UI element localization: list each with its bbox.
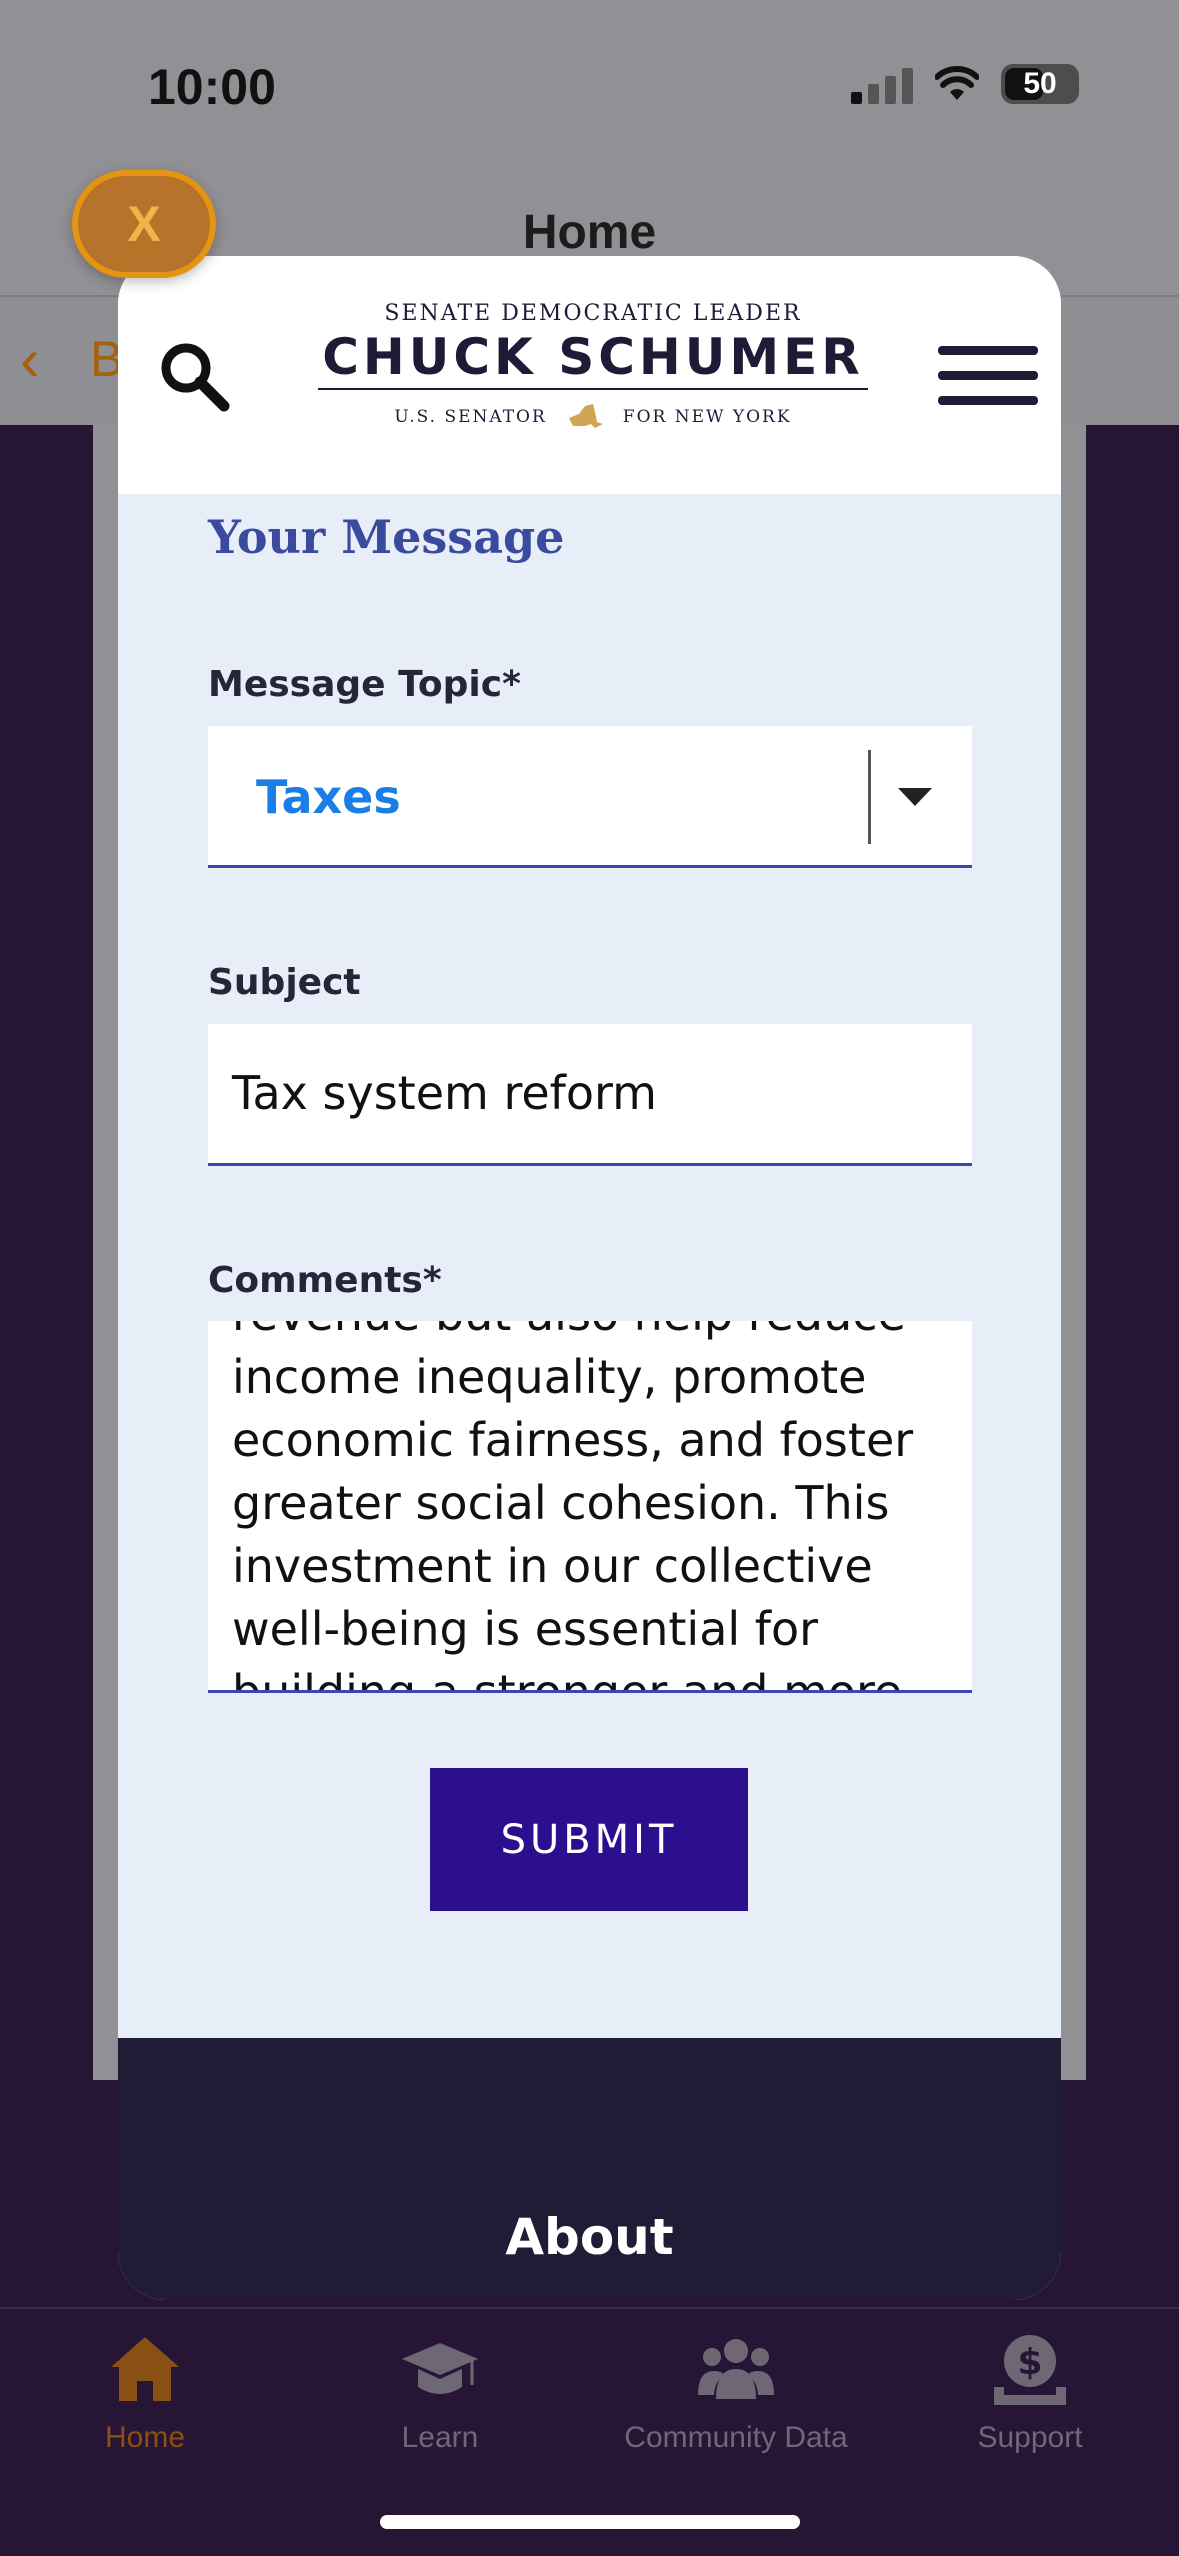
search-icon[interactable] — [154, 336, 234, 416]
graduation-cap-icon — [402, 2343, 478, 2394]
home-indicator — [380, 2515, 800, 2529]
section-title: Your Message — [208, 510, 565, 564]
submit-button[interactable]: SUBMIT — [430, 1768, 748, 1911]
webview-modal: SENATE DEMOCRATIC LEADER CHUCK SCHUMER U… — [118, 256, 1061, 2300]
topic-label: Message Topic* — [208, 664, 521, 705]
message-topic-select[interactable]: Taxes — [208, 726, 972, 868]
new-york-state-icon — [568, 404, 603, 428]
subject-input[interactable]: Tax system reform — [208, 1024, 972, 1166]
logo-top-line: SENATE DEMOCRATIC LEADER — [384, 301, 802, 326]
status-time: 10:00 — [148, 59, 276, 115]
tab-learn-label: Learn — [401, 2421, 479, 2454]
comments-value: revenue but also help reduce income ineq… — [232, 1321, 914, 1693]
hamburger-menu-icon[interactable] — [938, 346, 1038, 410]
subject-label: Subject — [208, 962, 361, 1003]
tab-learn[interactable]: Learn — [290, 2329, 590, 2455]
donate-icon: $ — [994, 2335, 1066, 2405]
svg-text:$: $ — [1017, 2342, 1042, 2383]
tab-home[interactable]: Home — [0, 2329, 295, 2455]
tab-community-data-label: Community Data — [624, 2421, 848, 2454]
battery-level: 50 — [1023, 67, 1057, 100]
logo-bottom-line: U.S. SENATOR FOR NEW YORK — [318, 402, 868, 432]
chevron-down-icon — [898, 788, 932, 806]
battery-icon: 50 — [1001, 64, 1079, 104]
senator-logo[interactable]: SENATE DEMOCRATIC LEADER CHUCK SCHUMER U… — [318, 301, 868, 432]
tab-home-label: Home — [104, 2421, 186, 2454]
wifi-icon — [935, 66, 979, 100]
tab-support[interactable]: $ Support — [880, 2329, 1179, 2455]
tab-support-label: Support — [977, 2421, 1083, 2454]
logo-right-text: FOR NEW YORK — [622, 407, 792, 427]
site-footer: About — [118, 2038, 1061, 2300]
footer-about-link[interactable]: About — [118, 2208, 1061, 2266]
status-icons: 50 — [851, 64, 1079, 104]
tab-community-data[interactable]: Community Data — [586, 2329, 886, 2455]
select-divider — [868, 750, 871, 844]
comments-label: Comments* — [208, 1260, 442, 1301]
logo-left-text: U.S. SENATOR — [394, 407, 547, 427]
close-button[interactable]: X — [72, 170, 216, 278]
comments-textarea[interactable]: revenue but also help reduce income ineq… — [208, 1321, 972, 1693]
cellular-signal-icon — [851, 64, 913, 104]
back-chevron-icon[interactable]: ‹ — [20, 325, 40, 394]
site-header: SENATE DEMOCRATIC LEADER CHUCK SCHUMER U… — [118, 256, 1061, 494]
logo-name: CHUCK SCHUMER — [318, 328, 868, 390]
home-icon — [111, 2337, 179, 2401]
subject-value: Tax system reform — [232, 1066, 657, 1120]
users-icon — [698, 2339, 774, 2399]
topic-selected-value: Taxes — [256, 770, 401, 824]
